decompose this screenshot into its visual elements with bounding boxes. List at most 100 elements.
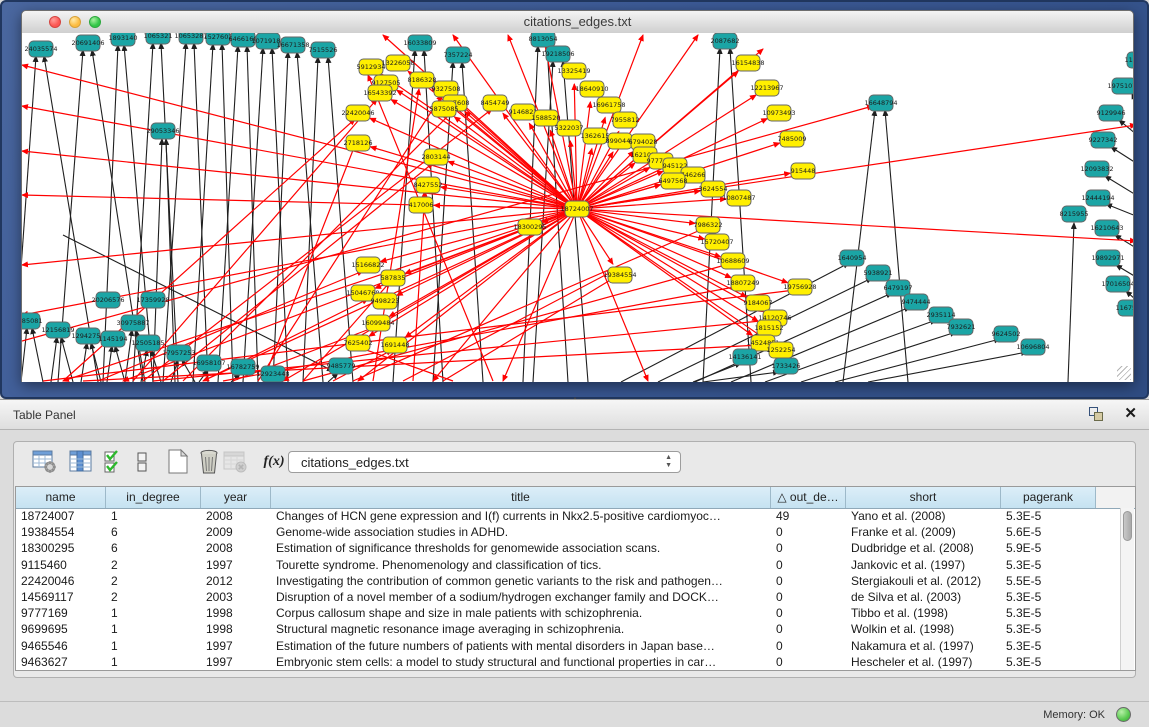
graph-node[interactable]: 20206576 [91, 292, 124, 308]
column-header-out_de[interactable]: △ out_de… [771, 487, 846, 508]
graph-node[interactable]: 12213967 [750, 80, 783, 96]
graph-node[interactable]: 12156819 [41, 322, 74, 338]
column-header-year[interactable]: year [201, 487, 271, 508]
network-table-selector[interactable]: citations_edges.txt ▲▼ [288, 451, 681, 473]
graph-node[interactable]: 16958107 [192, 355, 225, 371]
graph-node[interactable]: 6497568 [659, 173, 688, 189]
column-header-title[interactable]: title [271, 487, 771, 508]
graph-node[interactable]: 587835 [381, 270, 406, 286]
black-edge[interactable] [1111, 147, 1133, 163]
column-header-pagerank[interactable]: pagerank [1001, 487, 1096, 508]
graph-node[interactable]: 7986322 [694, 217, 723, 233]
table-mode-button[interactable] [31, 448, 59, 476]
red-edge[interactable] [577, 209, 704, 239]
graph-node[interactable]: 16543392 [363, 85, 396, 101]
graph-node[interactable]: 17359928 [136, 292, 169, 308]
black-edge[interactable] [22, 56, 36, 382]
graph-node[interactable]: 12093832 [1080, 161, 1113, 177]
graph-node[interactable]: 15166822 [351, 257, 384, 273]
black-edge[interactable] [1126, 291, 1133, 300]
graph-node[interactable]: 12505185 [131, 335, 164, 351]
graph-node[interactable]: 9485779 [327, 358, 356, 374]
graph-node[interactable]: 19384554 [603, 267, 636, 283]
graph-node[interactable]: 19218506 [541, 46, 574, 62]
graph-node[interactable]: 16648794 [864, 95, 897, 111]
black-edge[interactable] [1068, 223, 1074, 382]
table-row[interactable]: 1938455462009Genome-wide association stu… [16, 524, 1096, 540]
column-header-in_degree[interactable]: in_degree [106, 487, 201, 508]
graph-node[interactable]: 16961758 [592, 97, 625, 113]
graph-node[interactable]: 417006 [409, 197, 434, 213]
graph-node[interactable]: 7515526 [309, 42, 338, 58]
graph-node[interactable]: 17016504 [1101, 276, 1133, 292]
delete-table-button[interactable] [222, 448, 250, 476]
graph-node[interactable]: 2718126 [344, 135, 373, 151]
graph-node[interactable]: 19892971 [1091, 250, 1124, 266]
graph-node[interactable]: 16210643 [1090, 220, 1123, 236]
black-edge[interactable] [303, 57, 318, 382]
black-edge[interactable] [115, 346, 125, 382]
red-edge[interactable] [22, 106, 577, 209]
column-header-short[interactable]: short [846, 487, 1001, 508]
graph-node[interactable]: 12923448 [256, 366, 289, 382]
graph-node[interactable]: 22420046 [341, 105, 374, 121]
graph-node[interactable]: 16154838 [731, 55, 764, 71]
graph-node[interactable]: 24035574 [24, 41, 57, 57]
window-resize-grip-icon[interactable] [1117, 366, 1131, 380]
graph-node[interactable]: 7625402 [344, 335, 373, 351]
graph-node[interactable]: 1691448 [381, 337, 410, 353]
graph-node[interactable]: 18300295 [513, 219, 546, 235]
graph-node[interactable]: 20691406 [71, 35, 104, 51]
red-edge[interactable] [403, 271, 613, 381]
graph-node[interactable]: 16099484 [361, 315, 394, 331]
graph-node[interactable]: 1113054 [1125, 52, 1133, 68]
graph-node[interactable]: 7485009 [778, 131, 807, 147]
graph-node[interactable]: 1065321 [144, 33, 173, 44]
graph-node[interactable]: 5322037 [555, 120, 584, 136]
table-row[interactable]: 1456911722003Disruption of a novel membe… [16, 589, 1096, 605]
graph-node[interactable]: 19751074 [1107, 78, 1133, 94]
graph-node[interactable]: 9474444 [902, 294, 931, 310]
column-header-name[interactable]: name [16, 487, 106, 508]
graph-node[interactable]: 15720407 [700, 234, 733, 250]
graph-node[interactable]: 12444194 [1081, 190, 1114, 206]
vertical-scrollbar[interactable] [1120, 508, 1134, 670]
graph-node[interactable]: 9185081 [22, 313, 42, 329]
graph-node[interactable]: 10973493 [762, 105, 795, 121]
graph-node[interactable]: 10696804 [1016, 339, 1049, 355]
table-row[interactable]: 946554611997Estimation of the future num… [16, 638, 1096, 654]
black-edge[interactable] [22, 328, 27, 382]
table-row[interactable]: 946362711997Embryonic stem cells: a mode… [16, 654, 1096, 670]
graph-node[interactable]: 1815152 [755, 320, 784, 336]
graph-node[interactable]: 2803144 [422, 149, 451, 165]
graph-node[interactable]: 915448 [791, 163, 816, 179]
graph-node[interactable]: 1145194 [99, 331, 128, 347]
graph-node[interactable]: 9129946 [1097, 105, 1126, 121]
table-row[interactable]: 911546021997Tourette syndrome. Phenomeno… [16, 557, 1096, 573]
citation-network-graph[interactable]: 1872400759129341322605891275051654339281… [22, 33, 1133, 382]
graph-node[interactable]: 16782759 [226, 359, 259, 375]
black-edge[interactable] [51, 337, 57, 382]
graph-node[interactable]: 14136141 [728, 349, 761, 365]
graph-node[interactable]: 1167533 [1116, 300, 1133, 316]
graph-node[interactable]: 1640954 [838, 250, 867, 266]
black-edge[interactable] [218, 46, 238, 382]
graph-node[interactable]: 1252254 [767, 342, 796, 358]
table-row[interactable]: 1830029562008Estimation of significance … [16, 540, 1096, 556]
select-all-rows-button[interactable] [103, 448, 121, 476]
delete-column-button[interactable] [196, 448, 224, 476]
graph-node[interactable]: 10688609 [716, 253, 749, 269]
graph-node[interactable]: 8813054 [529, 33, 558, 47]
black-edge[interactable] [163, 43, 186, 382]
black-edge[interactable] [843, 110, 875, 382]
graph-node[interactable]: 9184067 [744, 295, 773, 311]
black-edge[interactable] [885, 110, 908, 382]
graph-node[interactable]: 9498223 [371, 293, 400, 309]
red-edge[interactable] [433, 209, 577, 381]
graph-node[interactable]: 17957253 [162, 345, 195, 361]
create-column-button[interactable] [164, 448, 192, 476]
red-edge[interactable] [397, 209, 577, 295]
graph-node[interactable]: 8454749 [481, 95, 510, 111]
scrollbar-thumb[interactable] [1123, 511, 1132, 541]
window-titlebar[interactable]: citations_edges.txt [22, 11, 1133, 34]
